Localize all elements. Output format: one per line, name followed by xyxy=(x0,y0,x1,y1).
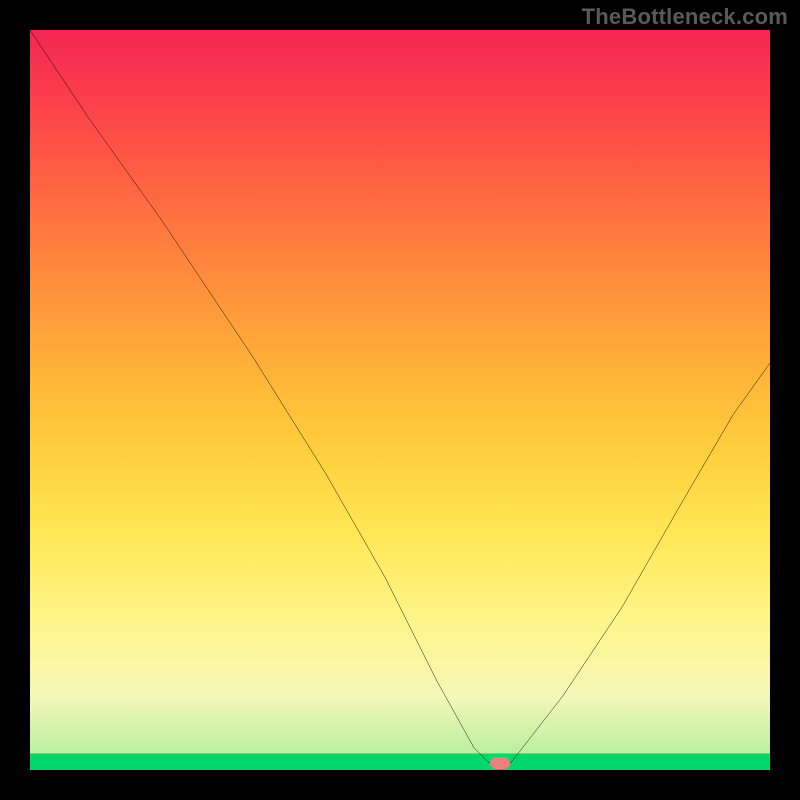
plot-area xyxy=(30,30,770,770)
bottleneck-curve xyxy=(30,30,770,770)
optimal-marker xyxy=(490,757,510,769)
curve-path xyxy=(30,30,770,763)
chart-frame: TheBottleneck.com xyxy=(0,0,800,800)
watermark-text: TheBottleneck.com xyxy=(582,4,788,30)
